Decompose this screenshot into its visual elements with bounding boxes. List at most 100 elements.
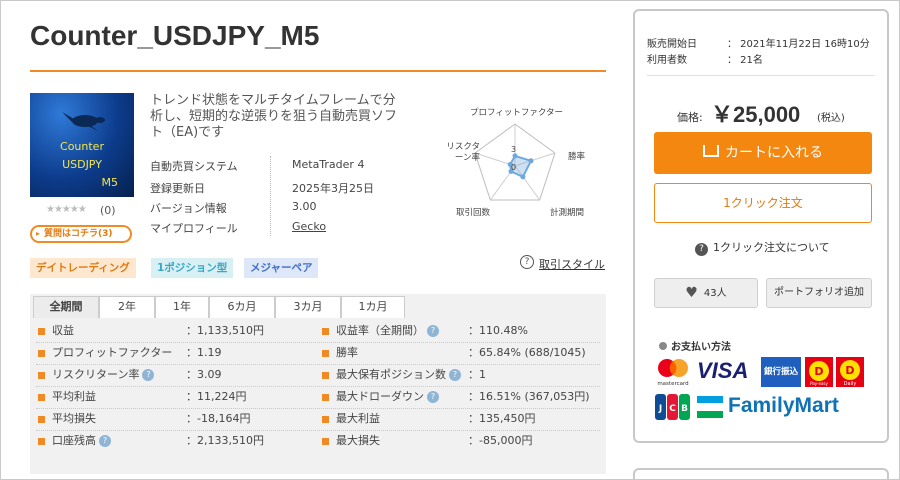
product-thumbnail[interactable]: Counter USDJPY M5 (30, 93, 134, 197)
stat-bullet-icon (322, 328, 329, 335)
stat-row-left-1: プロフィットファクター ：1.19 (38, 342, 308, 364)
product-title: Counter_USDJPY_M5 (30, 20, 320, 51)
sale-start-value: ： 2021年11月22日 16時10分 (727, 39, 870, 50)
row-divider (36, 430, 600, 431)
stat-label: 最大損失 (336, 434, 380, 447)
tag-one-position[interactable]: 1ポジション型 (151, 258, 234, 278)
stat-bullet-icon (38, 350, 45, 357)
stat-label: 収益 (52, 324, 74, 337)
question-button[interactable]: 質問はコチラ(3) (30, 225, 132, 243)
radar-point (512, 153, 518, 159)
stat-bullet-icon (38, 394, 45, 401)
stat-row-right-5: 最大損失 ：-85,000円 (322, 430, 598, 452)
thumb-line-1: Counter (60, 140, 104, 153)
help-icon[interactable]: ? (427, 391, 439, 403)
one-click-about-link[interactable]: ? 1クリック注文について (695, 239, 830, 256)
info-label-platform: 自動売買システム (150, 160, 238, 173)
row-divider (36, 408, 600, 409)
one-click-order-button[interactable]: 1クリック注文 (654, 183, 872, 223)
next-section-box (633, 468, 889, 480)
stat-bullet-icon (38, 416, 45, 423)
stat-label: 収益率（全期間）? (336, 320, 439, 342)
payment-methods-title: お支払い方法 (659, 338, 731, 353)
stat-bullet-icon (322, 372, 329, 379)
help-icon[interactable]: ? (520, 255, 534, 269)
profile-link[interactable]: Gecko (292, 220, 326, 233)
row-divider (36, 386, 600, 387)
purchase-sidebar: 販売開始日 ： 2021年11月22日 16時10分 利用者数 ： 21名 価格… (633, 9, 889, 443)
payment-title-text: お支払い方法 (671, 342, 731, 353)
stat-row-right-2: 最大保有ポジション数? ：1 (322, 364, 598, 386)
stat-label: 口座残高? (52, 430, 111, 452)
info-label-profile: マイプロフィール (150, 222, 238, 235)
row-divider (36, 364, 600, 365)
tab-2y[interactable]: 2年 (99, 296, 155, 318)
stat-label: 最大利益 (336, 412, 380, 425)
favorite-button[interactable]: ♥ 43人 (654, 278, 758, 308)
stat-bullet-icon (322, 394, 329, 401)
sale-start-label: 販売開始日 (647, 39, 697, 50)
stat-label: プロフィットファクター (52, 346, 173, 359)
tag-daytrading[interactable]: デイトレーディング (30, 258, 136, 278)
svg-text:C: C (669, 404, 676, 414)
stat-label: 平均利益 (52, 390, 96, 403)
stat-bullet-icon (322, 350, 329, 357)
info-label-version: バージョン情報 (150, 202, 227, 215)
help-icon[interactable]: ? (142, 369, 155, 381)
tab-1m[interactable]: 1カ月 (341, 296, 405, 318)
info-separator (270, 156, 271, 236)
radar-scale-label: 0 (511, 163, 516, 172)
stat-value: ：3.09 (186, 368, 222, 381)
tab-6m[interactable]: 6カ月 (209, 296, 275, 318)
tab-3m[interactable]: 3カ月 (275, 296, 341, 318)
help-icon[interactable]: ? (449, 369, 461, 381)
stat-value: ：-18,164円 (186, 412, 251, 425)
stat-value: ：1.19 (186, 346, 222, 359)
thumb-line-3: M5 (101, 176, 119, 189)
info-value-platform: MetaTrader 4 (292, 158, 365, 171)
stat-value: ：1,133,510円 (186, 324, 264, 337)
mastercard-logo: mastercard (657, 359, 689, 387)
stat-row-right-4: 最大利益 ：135,450円 (322, 408, 598, 430)
info-value-updated: 2025年3月25日 (292, 182, 374, 195)
stat-value: ：-85,000円 (468, 434, 533, 447)
stat-value: ：135,450円 (468, 412, 536, 425)
trade-style-link[interactable]: 取引スタイル (539, 256, 605, 272)
stat-row-right-3: 最大ドローダウン? ：16.51% (367,053円) (322, 386, 598, 408)
stat-label: 最大保有ポジション数? (336, 364, 461, 386)
one-click-about-label: 1クリック注文について (713, 241, 830, 254)
stat-bullet-icon (38, 438, 45, 445)
stat-row-right-1: 勝率 ：65.84% (688/1045) (322, 342, 598, 364)
help-icon[interactable]: ? (427, 325, 439, 337)
stat-value: ：2,133,510円 (186, 434, 264, 447)
info-value-version: 3.00 (292, 200, 317, 213)
stat-value: ：1 (468, 368, 486, 381)
help-icon[interactable]: ? (99, 435, 111, 447)
radar-scale-label: 3 (511, 145, 516, 154)
stat-value: ：110.48% (468, 324, 528, 337)
daily-text: Daily (844, 381, 857, 387)
svg-text:B: B (681, 404, 688, 414)
daily-yamazaki-logo: D Daily (836, 357, 864, 387)
svg-text:D: D (845, 364, 854, 377)
payeasy-text-1: Pay-easy (810, 381, 828, 386)
tab-1y[interactable]: 1年 (155, 296, 209, 318)
stat-row-left-5: 口座残高? ：2,133,510円 (38, 430, 308, 452)
rating-stars: ★★★★★ (46, 204, 87, 215)
add-to-cart-button[interactable]: カートに入れる (654, 132, 872, 174)
product-description: トレンド状態をマルチタイムフレームで分析し、短期的な逆張りを狙う自動売買ソフト（… (150, 93, 398, 140)
stat-row-left-3: 平均利益 ：11,224円 (38, 386, 308, 408)
tab-all[interactable]: 全期間 (33, 296, 99, 318)
users-label: 利用者数 (647, 55, 687, 66)
radar-label-pf: プロフィットファクター (470, 108, 563, 118)
stat-bullet-icon (322, 416, 329, 423)
tag-major-pair[interactable]: メジャーペア (244, 258, 319, 278)
stat-bullet-icon (38, 372, 45, 379)
add-portfolio-button[interactable]: ポートフォリオ追加 (766, 278, 872, 308)
svg-text:D: D (814, 365, 823, 378)
stat-label: リスクリターン率? (52, 364, 155, 386)
visa-logo: VISA (697, 358, 749, 383)
rating-count: (0) (100, 204, 116, 217)
stat-value: ：11,224円 (186, 390, 247, 403)
favorite-count: 43人 (703, 288, 727, 299)
